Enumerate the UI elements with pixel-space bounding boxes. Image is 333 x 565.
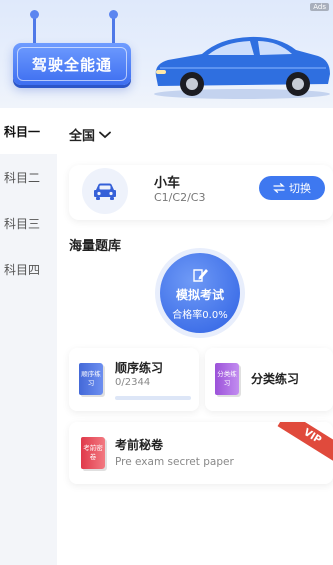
car-icon — [94, 183, 116, 200]
sequential-practice-card[interactable]: 顺序练习 顺序练习 0/2344 — [69, 348, 199, 411]
sequential-progress-bar — [115, 396, 191, 400]
sidebar-item-subject-3[interactable]: 科目三 — [0, 200, 57, 246]
mock-exam-button[interactable]: 模拟考试 合格率0.0% — [155, 248, 245, 338]
pre-exam-book-icon: 考前密卷 — [81, 437, 105, 469]
brand-sign-text: 驾驶全能通 — [17, 47, 127, 81]
mock-exam-label: 模拟考试 — [175, 287, 224, 302]
region-label: 全国 — [69, 129, 96, 144]
pre-exam-paper-card[interactable]: 考前密卷 考前秘卷 Pre exam secret paper VIP — [69, 422, 333, 484]
pre-exam-title: 考前秘卷 — [115, 438, 164, 452]
pen-paper-icon — [193, 268, 208, 282]
top-banner[interactable]: Ads 驾驶全能通 — [0, 0, 333, 108]
vip-ribbon: VIP — [277, 422, 333, 464]
pre-exam-cover-text: 考前密卷 — [83, 444, 103, 461]
mock-exam-circle: 模拟考试 合格率0.0% — [160, 253, 240, 333]
sidebar-item-subject-4[interactable]: 科目四 — [0, 246, 57, 292]
switch-vehicle-button[interactable]: 切换 — [259, 176, 325, 200]
category-cover-text: 分类练习 — [217, 370, 237, 387]
sequential-practice-title: 顺序练习 — [115, 361, 164, 375]
subject-sidebar: 科目一 科目二 科目三 科目四 — [0, 108, 57, 565]
pass-rate: 合格率0.0% — [172, 309, 228, 321]
main-panel: 全国 小车 C1/C2/C3 切换 海量题库 模拟考试 合格率0.0% 顺序练习… — [57, 108, 333, 565]
chevron-down-icon — [99, 131, 111, 138]
sidebar-item-label: 科目四 — [4, 262, 41, 277]
pre-exam-subtitle: Pre exam secret paper — [115, 456, 234, 468]
car-icon-badge — [82, 168, 128, 214]
category-practice-card[interactable]: 分类练习 分类练习 — [205, 348, 333, 411]
ad-tag: Ads — [310, 3, 329, 11]
sequential-book-icon: 顺序练习 — [79, 363, 103, 395]
vehicle-license-classes: C1/C2/C3 — [154, 191, 206, 204]
category-book-icon: 分类练习 — [215, 363, 239, 395]
brand-sign: 驾驶全能通 — [13, 43, 131, 85]
sidebar-item-label: 科目一 — [4, 124, 41, 139]
sidebar-item-subject-2[interactable]: 科目二 — [0, 154, 57, 200]
switch-label: 切换 — [289, 182, 311, 195]
sidebar-item-subject-1[interactable]: 科目一 — [0, 108, 57, 154]
region-selector[interactable]: 全国 — [69, 125, 111, 144]
vehicle-title: 小车 — [154, 176, 181, 191]
swap-icon — [273, 183, 285, 193]
sidebar-item-label: 科目三 — [4, 216, 41, 231]
sequential-progress-text: 0/2344 — [115, 377, 151, 388]
question-bank-heading: 海量题库 — [69, 239, 122, 254]
car-illustration — [154, 36, 330, 99]
sidebar-item-label: 科目二 — [4, 170, 41, 185]
vehicle-type-card: 小车 C1/C2/C3 切换 — [69, 165, 333, 220]
category-practice-title: 分类练习 — [251, 372, 300, 386]
sequential-cover-text: 顺序练习 — [81, 370, 101, 387]
